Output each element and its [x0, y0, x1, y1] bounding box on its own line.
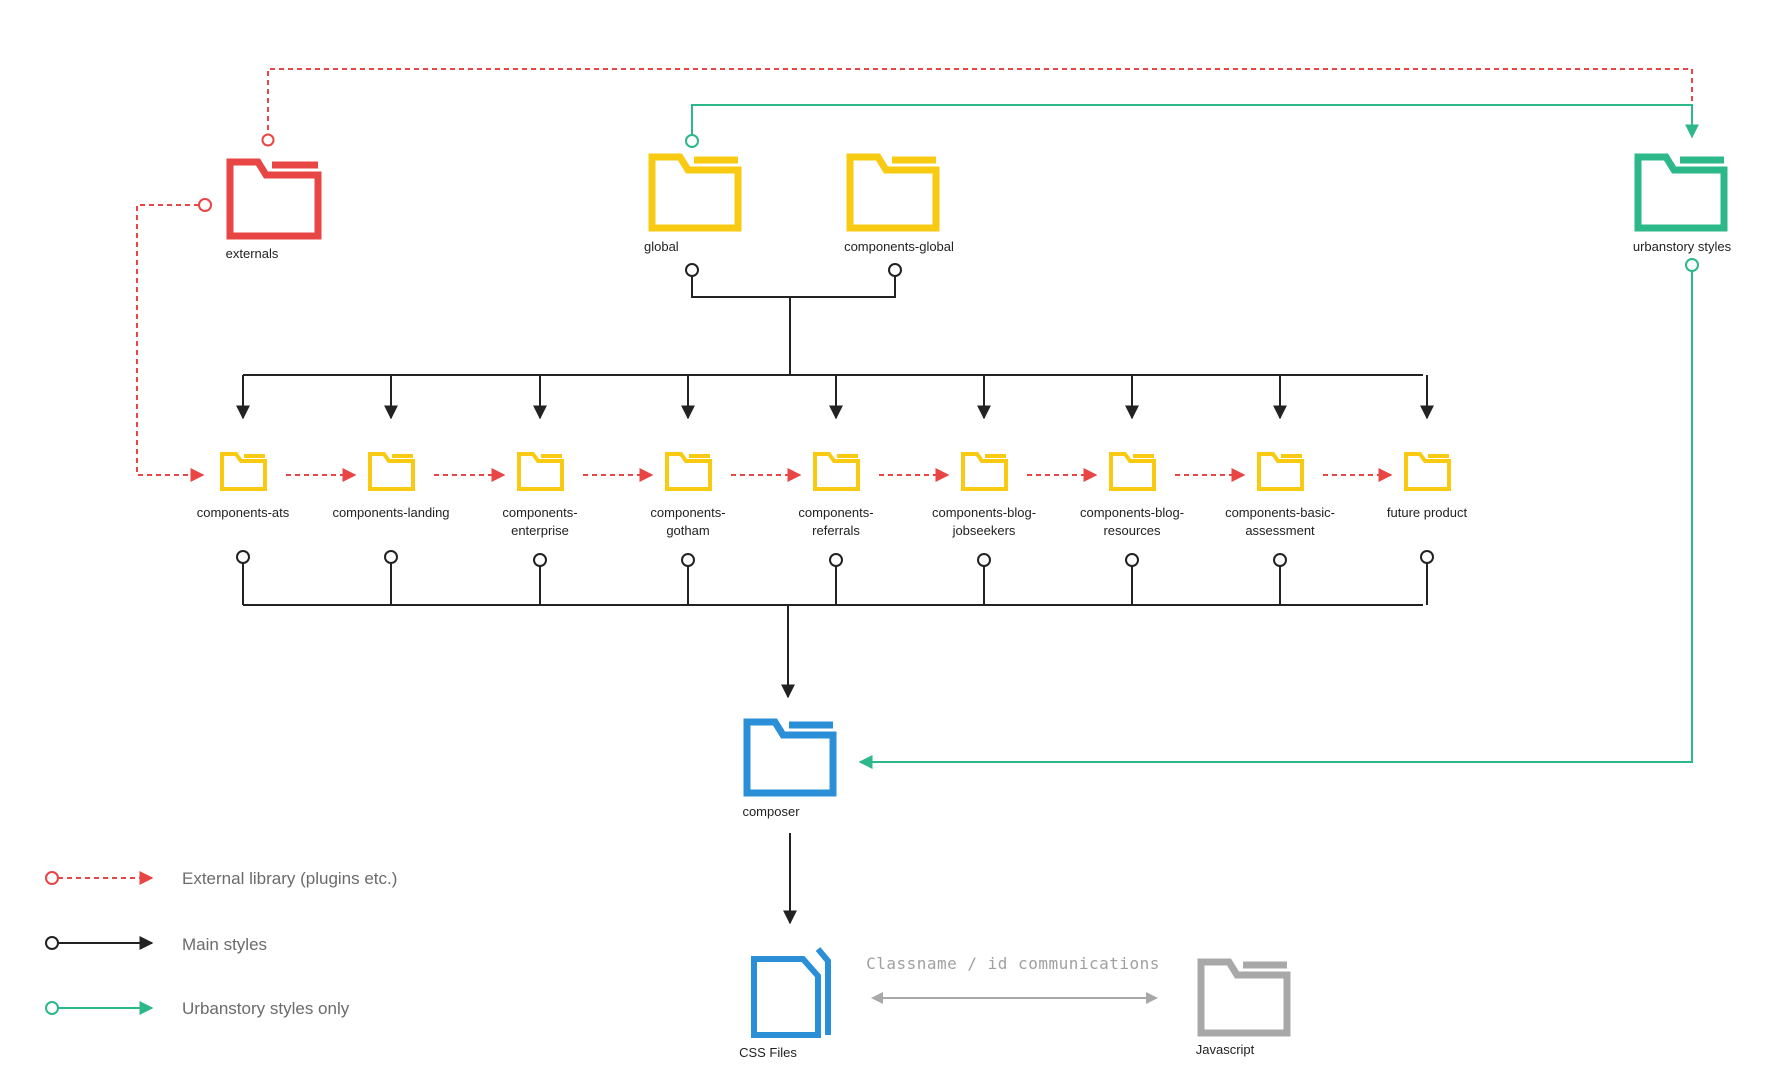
- component-label-line1: future product: [1387, 505, 1468, 520]
- legend-urbanstory-label: Urbanstory styles only: [182, 999, 350, 1018]
- component-folders: components-ats components-landing componen…: [197, 452, 1468, 538]
- component-label-line1: components-ats: [197, 505, 290, 520]
- folder-icon: [1109, 452, 1156, 491]
- javascript-label: Javascript: [1196, 1042, 1255, 1057]
- component-output-port: [1420, 550, 1434, 564]
- css-files: CSS Files: [739, 947, 831, 1060]
- legend-urbanstory: Urbanstory styles only: [45, 999, 350, 1018]
- components-global-output-port: [888, 263, 902, 277]
- legend-external: External library (plugins etc.): [45, 869, 397, 888]
- folder-icon: [743, 718, 837, 797]
- component-folder: components-blog-jobseekers: [932, 452, 1036, 538]
- file-icon: [751, 947, 831, 1038]
- component-label-line2: enterprise: [511, 523, 569, 538]
- component-folder: components-basic-assessment: [1225, 452, 1335, 538]
- folder-icon: [226, 158, 322, 240]
- communication-label: Classname / id communications: [866, 954, 1160, 973]
- urbanstory-folder: urbanstory styles: [1633, 153, 1732, 254]
- global-folder: global: [644, 153, 742, 254]
- urbanstory-connector-top: [685, 104, 1699, 148]
- legend-main: Main styles: [45, 935, 267, 954]
- folder-icon: [1257, 452, 1304, 491]
- components-collector: [236, 550, 1434, 605]
- external-connector-top: [261, 68, 1693, 147]
- javascript-folder: Javascript: [1196, 958, 1291, 1057]
- dependency-diagram: Classname / id communications externals …: [45, 68, 1732, 1060]
- component-output-port: [533, 553, 547, 567]
- composer-label: composer: [742, 804, 800, 819]
- component-label-line2: resources: [1103, 523, 1161, 538]
- legend-main-label: Main styles: [182, 935, 267, 954]
- component-output-port: [829, 553, 843, 567]
- component-label-line2: jobseekers: [952, 523, 1016, 538]
- component-label-line2: assessment: [1245, 523, 1315, 538]
- component-folder: components-blog-resources: [1080, 452, 1184, 538]
- folder-icon: [517, 452, 564, 491]
- folder-icon: [1197, 958, 1291, 1037]
- component-label-line1: components-blog-: [1080, 505, 1184, 520]
- component-label-line1: components-landing: [332, 505, 449, 520]
- component-folder: components-landing: [332, 452, 450, 520]
- global-output-port: [685, 263, 699, 277]
- component-folder: components-enterprise: [502, 452, 578, 538]
- component-output-port: [236, 550, 250, 564]
- component-folder: components-ats: [197, 452, 290, 520]
- folder-icon: [368, 452, 415, 491]
- urbanstory-label: urbanstory styles: [1633, 239, 1732, 254]
- component-folder: future product: [1387, 452, 1468, 520]
- component-label-line1: components-blog-: [932, 505, 1036, 520]
- component-folder: components-gotham: [650, 452, 726, 538]
- collector-bus: [243, 604, 1423, 697]
- legend: External library (plugins etc.) Main sty…: [45, 869, 397, 1018]
- legend-main-port: [45, 936, 59, 950]
- main-styles-distribution: [243, 276, 1423, 376]
- externals-label: externals: [226, 246, 279, 261]
- component-output-port: [977, 553, 991, 567]
- component-label-line2: gotham: [666, 523, 709, 538]
- component-output-port: [1273, 553, 1287, 567]
- folder-icon: [1404, 452, 1451, 491]
- folder-icon: [648, 153, 742, 232]
- component-input-arrows: [236, 375, 1434, 420]
- folder-icon: [220, 452, 267, 491]
- folder-icon: [961, 452, 1008, 491]
- components-global-folder: components-global: [844, 153, 954, 254]
- folder-icon: [846, 153, 940, 232]
- folder-icon: [665, 452, 712, 491]
- component-output-port: [681, 553, 695, 567]
- legend-external-label: External library (plugins etc.): [182, 869, 397, 888]
- legend-external-port: [45, 871, 59, 885]
- external-connector-left: [136, 198, 212, 482]
- global-label: global: [644, 239, 679, 254]
- component-label-line1: components-: [798, 505, 873, 520]
- component-output-port: [1125, 553, 1139, 567]
- externals-folder: externals: [226, 158, 322, 261]
- component-label-line2: referrals: [812, 523, 860, 538]
- legend-urbanstory-port: [45, 1001, 59, 1015]
- component-output-port: [384, 550, 398, 564]
- component-label-line1: components-basic-: [1225, 505, 1335, 520]
- folder-icon: [813, 452, 860, 491]
- component-label-line1: components-: [502, 505, 577, 520]
- components-global-label: components-global: [844, 239, 954, 254]
- composer-folder: composer: [742, 718, 837, 819]
- component-folder: components-referrals: [798, 452, 874, 538]
- folder-icon: [1634, 153, 1728, 232]
- component-label-line1: components-: [650, 505, 725, 520]
- css-files-label: CSS Files: [739, 1045, 797, 1060]
